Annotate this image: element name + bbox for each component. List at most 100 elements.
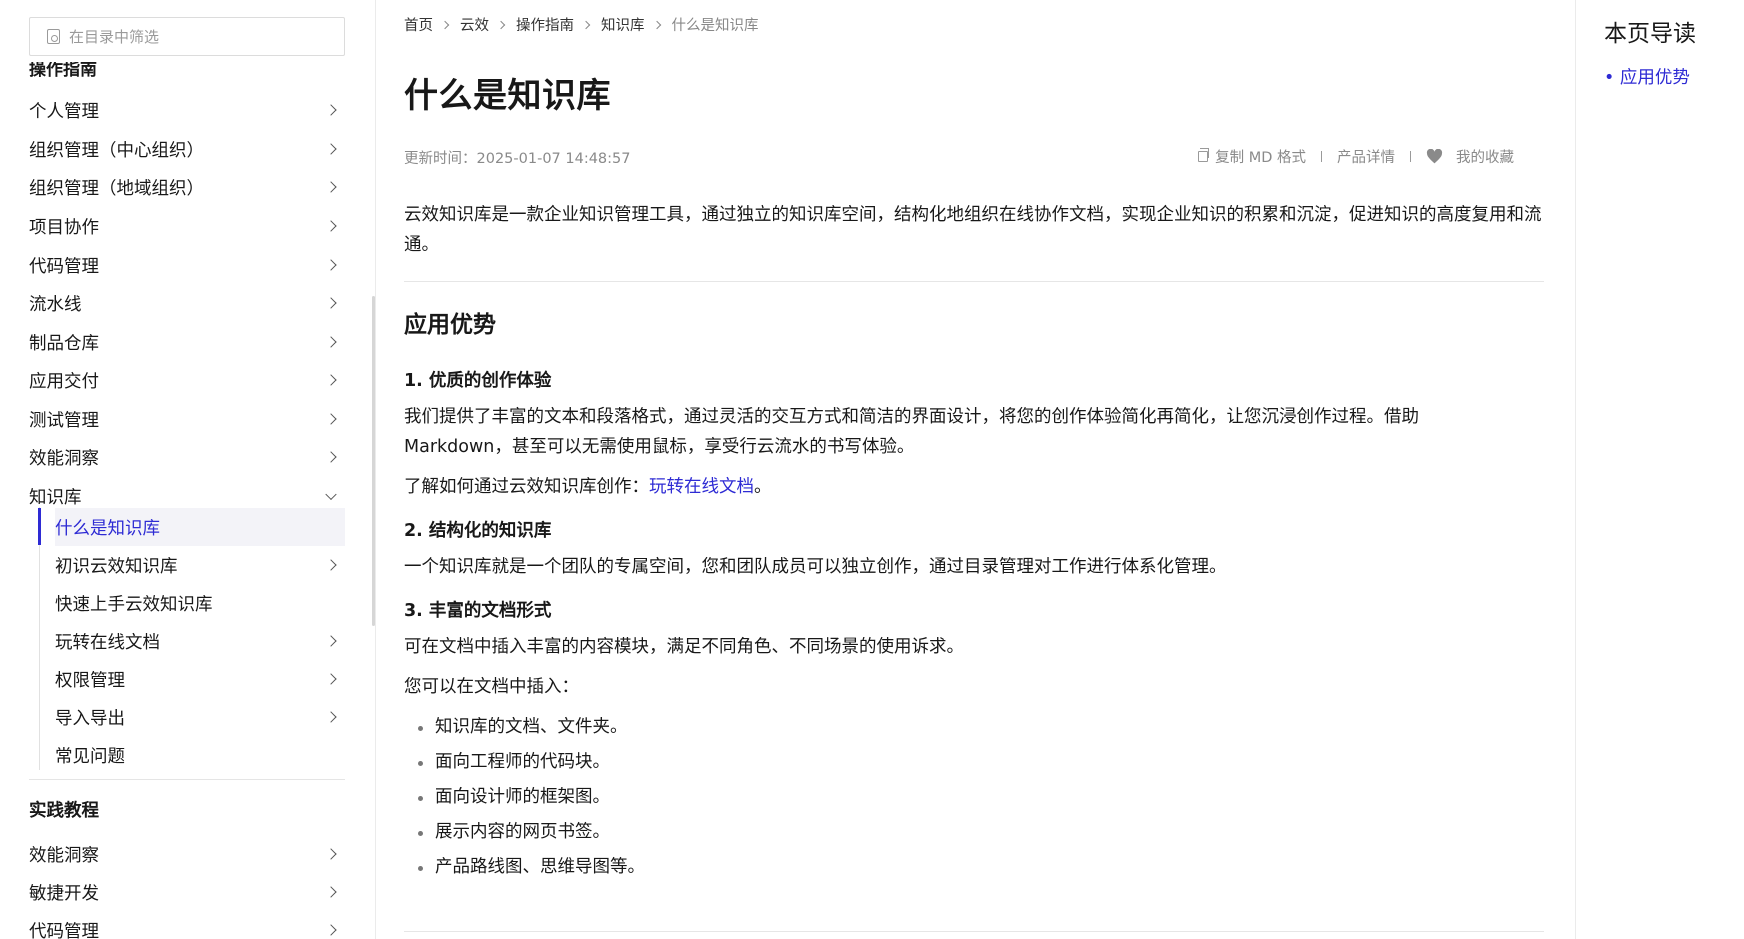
chevron-right-icon	[440, 20, 450, 29]
sidebar-divider	[29, 779, 345, 780]
sidebar: 操作指南 个人管理 组织管理（中心组织） 组织管理（地域组织） 项目协作 代码管…	[0, 0, 378, 939]
sidebar-item-label: 项目协作	[29, 217, 99, 238]
sidebar-item-practice-agile[interactable]: 敏捷开发	[29, 873, 345, 911]
sidebar-item-org-region[interactable]: 组织管理（地域组织）	[29, 168, 345, 206]
subsection-title-1: 1. 优质的创作体验	[404, 371, 552, 391]
toc-title: 本页导读	[1604, 21, 1696, 47]
sidebar-item-personal[interactable]: 个人管理	[29, 91, 345, 129]
favorite-label: 我的收藏	[1456, 150, 1514, 166]
update-time: 更新时间：2025-01-07 14:48:57	[404, 151, 631, 167]
sidebar-item-org-center[interactable]: 组织管理（中心组织）	[29, 130, 345, 168]
sidebar-item-label: 初识云效知识库	[55, 556, 178, 577]
sidebar-item-app-delivery[interactable]: 应用交付	[29, 361, 345, 399]
sidebar-item-label: 快速上手云效知识库	[55, 594, 213, 615]
subsection-title-3: 3. 丰富的文档形式	[404, 601, 552, 621]
sidebar-item-label: 效能洞察	[29, 448, 99, 469]
chevron-right-icon	[496, 20, 506, 29]
sidebar-subitem-faq[interactable]: 常见问题	[55, 736, 345, 774]
chevron-right-icon	[325, 413, 337, 425]
sidebar-item-label: 组织管理（地域组织）	[29, 178, 204, 199]
favorite-button[interactable]: 我的收藏	[1426, 146, 1514, 167]
sidebar-item-label: 权限管理	[55, 670, 125, 691]
sidebar-item-projects[interactable]: 项目协作	[29, 207, 345, 245]
sidebar-item-label: 组织管理（中心组织）	[29, 140, 204, 161]
sidebar-item-practice-insight[interactable]: 效能洞察	[29, 835, 345, 873]
intro-paragraph: 云效知识库是一款企业知识管理工具，通过独立的知识库空间，结构化地组织在线协作文档…	[404, 205, 1542, 255]
chevron-down-icon	[325, 488, 337, 501]
chevron-right-icon	[325, 559, 337, 571]
sidebar-border	[375, 0, 376, 939]
sidebar-item-testing[interactable]: 测试管理	[29, 400, 345, 438]
sidebar-item-label: 代码管理	[29, 921, 99, 939]
breadcrumb: 首页 云效 操作指南 知识库 什么是知识库	[404, 14, 759, 35]
chevron-right-icon	[325, 220, 337, 232]
breadcrumb-yunxiao[interactable]: 云效	[460, 14, 489, 35]
list-item: 面向工程师的代码块。	[418, 747, 645, 782]
sidebar-item-label: 代码管理	[29, 256, 99, 277]
paragraph-rich-forms: 可在文档中插入丰富的内容模块，满足不同角色、不同场景的使用诉求。	[404, 637, 964, 657]
sidebar-subitem-import-export[interactable]: 导入导出	[55, 698, 345, 736]
sidebar-item-practice-code[interactable]: 代码管理	[29, 911, 345, 939]
chevron-right-icon	[325, 181, 337, 193]
section-heading-practice: 实践教程	[29, 801, 99, 821]
punctuation: 。	[754, 477, 772, 497]
chevron-right-icon	[325, 924, 337, 936]
sidebar-subitem-quickstart[interactable]: 快速上手云效知识库	[55, 584, 345, 622]
sidebar-item-label: 流水线	[29, 294, 82, 315]
breadcrumb-operation-guide[interactable]: 操作指南	[516, 14, 574, 35]
list-item: 展示内容的网页书签。	[418, 817, 645, 852]
subsection-title-2: 2. 结构化的知识库	[404, 521, 552, 541]
list-item: 面向设计师的框架图。	[418, 782, 645, 817]
chevron-right-icon	[325, 336, 337, 348]
content-divider-bottom	[404, 931, 1544, 932]
paragraph-creation: 我们提供了丰富的文本和段落格式，通过灵活的交互方式和简洁的界面设计，将您的创作体…	[404, 407, 1419, 457]
chevron-right-icon	[325, 711, 337, 723]
sidebar-item-label: 导入导出	[55, 708, 125, 729]
chevron-right-icon	[652, 20, 661, 29]
sidebar-item-label: 敏捷开发	[29, 883, 99, 904]
sidebar-item-label: 知识库	[29, 487, 82, 508]
section-heading-operation-guide: 操作指南	[29, 62, 97, 80]
sidebar-subitem-intro-kb[interactable]: 初识云效知识库	[55, 546, 345, 584]
sidebar-item-pipeline[interactable]: 流水线	[29, 284, 345, 322]
sidebar-item-label: 制品仓库	[29, 333, 99, 354]
divider	[1321, 151, 1322, 162]
divider	[1410, 151, 1411, 162]
sidebar-item-artifacts[interactable]: 制品仓库	[29, 323, 345, 361]
copy-md-button[interactable]: 复制 MD 格式	[1198, 146, 1306, 167]
sidebar-item-label: 效能洞察	[29, 845, 99, 866]
list-item: 产品路线图、思维导图等。	[418, 852, 645, 887]
content-divider	[404, 281, 1544, 282]
catalog-filter[interactable]	[29, 17, 345, 56]
sidebar-subitem-online-docs[interactable]: 玩转在线文档	[55, 622, 345, 660]
meta-actions: 复制 MD 格式 产品详情 我的收藏	[1198, 146, 1514, 167]
paragraph-structured: 一个知识库就是一个团队的专属空间，您和团队成员可以独立创作，通过目录管理对工作进…	[404, 557, 1227, 577]
page-title: 什么是知识库	[404, 76, 611, 116]
breadcrumb-home[interactable]: 首页	[404, 14, 433, 35]
copy-icon	[1198, 148, 1210, 162]
product-detail-link[interactable]: 产品详情	[1337, 146, 1395, 167]
breadcrumb-knowledge-base[interactable]: 知识库	[601, 14, 645, 35]
sidebar-subitem-what-is-kb[interactable]: 什么是知识库	[55, 508, 345, 546]
chevron-right-icon	[581, 20, 591, 29]
heart-icon	[1426, 149, 1443, 164]
sidebar-item-insight[interactable]: 效能洞察	[29, 438, 345, 476]
chevron-right-icon	[325, 374, 337, 386]
submenu-guide-line	[39, 507, 40, 770]
catalog-filter-input[interactable]	[69, 27, 329, 46]
list-item: 知识库的文档、文件夹。	[418, 712, 645, 747]
search-doc-icon	[47, 29, 60, 44]
online-docs-link[interactable]: 玩转在线文档	[649, 477, 754, 497]
paragraph-learn-more: 了解如何通过云效知识库创作：玩转在线文档。	[404, 472, 772, 502]
breadcrumb-current: 什么是知识库	[671, 18, 759, 34]
meta-row: 更新时间：2025-01-07 14:48:57 复制 MD 格式 产品详情 我…	[404, 146, 1514, 168]
toc-border	[1575, 0, 1576, 939]
chevron-right-icon	[325, 848, 337, 860]
chevron-right-icon	[325, 635, 337, 647]
chevron-right-icon	[325, 673, 337, 685]
sidebar-item-code[interactable]: 代码管理	[29, 246, 345, 284]
toc-item-advantages[interactable]: • 应用优势	[1604, 64, 1690, 89]
sidebar-subitem-permissions[interactable]: 权限管理	[55, 660, 345, 698]
main-content: 首页 云效 操作指南 知识库 什么是知识库 什么是知识库 更新时间：2025-0…	[404, 0, 1547, 939]
active-indicator	[38, 508, 41, 545]
